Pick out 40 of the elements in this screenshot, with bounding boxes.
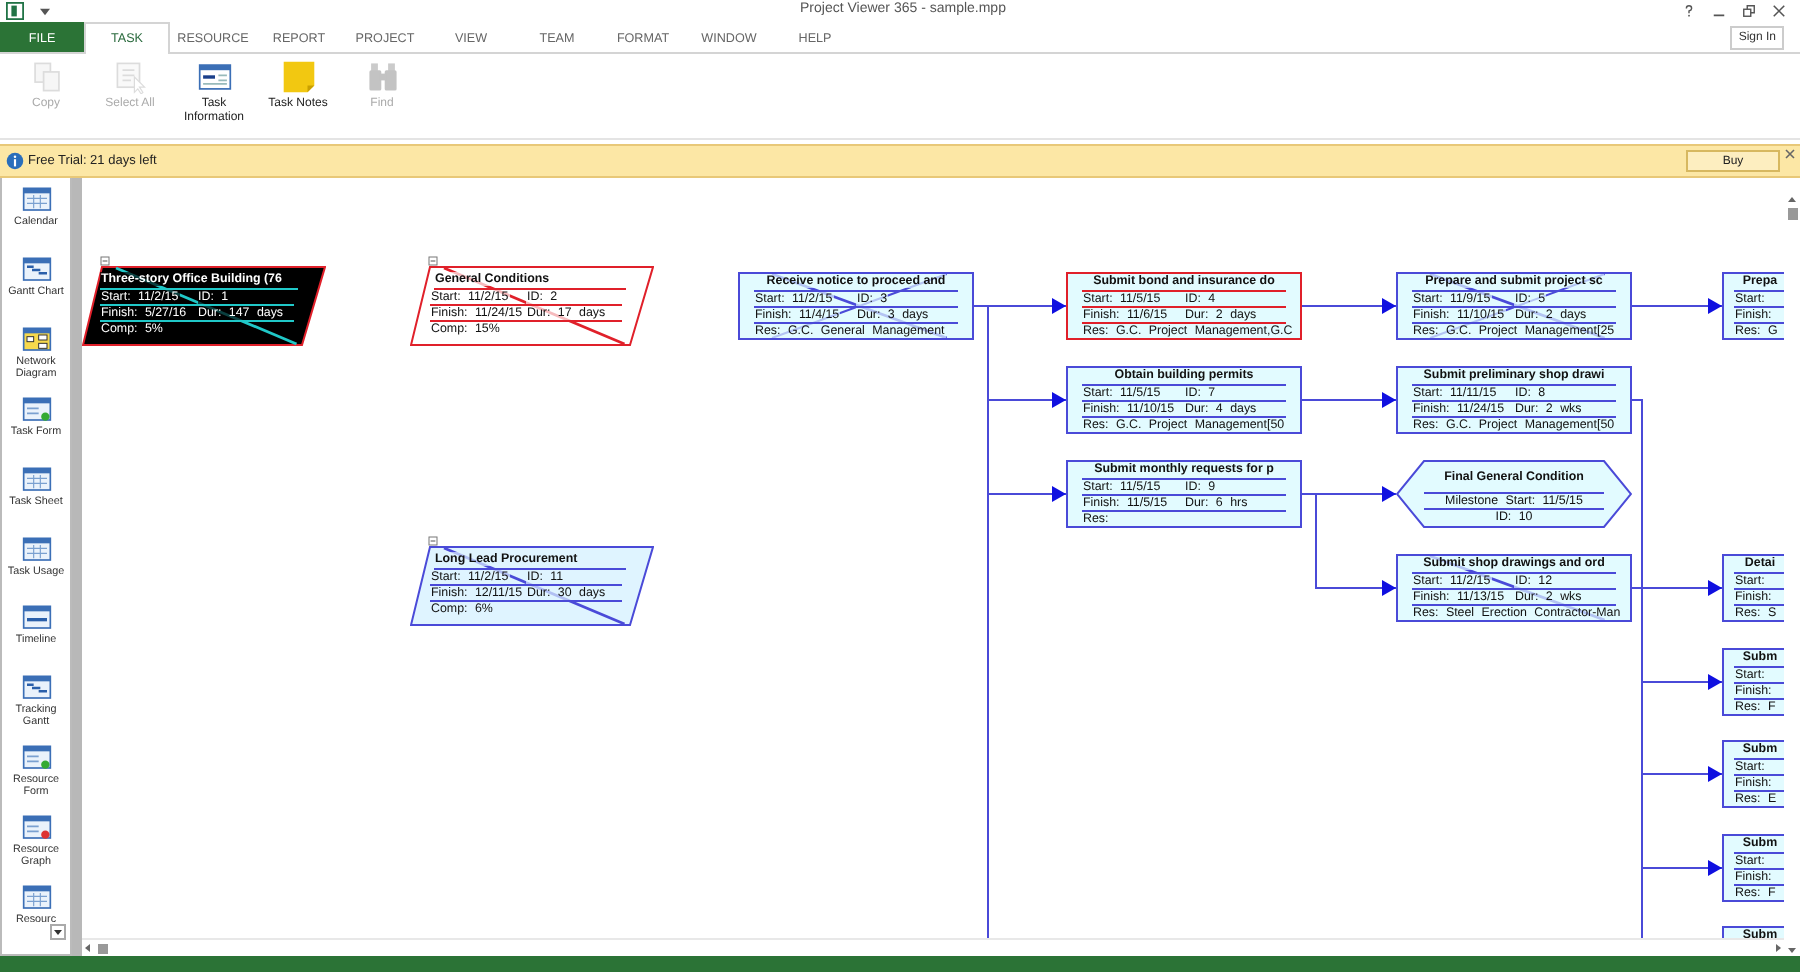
scroll-thumb[interactable] (1787, 208, 1797, 220)
collapse-icon[interactable] (428, 256, 438, 266)
view-icon (21, 325, 51, 354)
view-icon (21, 604, 51, 633)
connector-arrow (1641, 766, 1723, 782)
help-icon[interactable] (1682, 4, 1696, 18)
task-information-icon (197, 60, 231, 94)
view-icon (21, 395, 51, 424)
connector-arrow (1631, 298, 1723, 314)
collapse-icon[interactable] (428, 536, 438, 546)
select-all-icon (113, 60, 147, 94)
view-icon (21, 884, 51, 913)
view-icon (21, 255, 51, 284)
connector-arrow (987, 392, 1067, 408)
info-icon (6, 152, 24, 170)
view-icon (21, 744, 51, 773)
scroll-up-icon[interactable] (1786, 194, 1798, 206)
connector-arrow (973, 298, 1067, 314)
close-icon[interactable] (1772, 4, 1786, 18)
collapse-icon[interactable] (100, 256, 110, 266)
dropdown-caret-icon[interactable] (50, 924, 66, 940)
scroll-thumb[interactable] (98, 943, 108, 954)
view-icon (21, 814, 51, 843)
view-icon (21, 186, 51, 214)
connector-arrow (1641, 860, 1723, 876)
view-icon (21, 465, 51, 494)
connector-arrow (987, 486, 1067, 502)
view-icon (21, 535, 51, 564)
close-icon[interactable] (1784, 148, 1796, 160)
quick-access-caret-icon[interactable] (40, 7, 50, 15)
binoculars-icon (365, 60, 399, 94)
restore-icon[interactable] (1742, 4, 1756, 18)
view-icon (21, 674, 51, 703)
connector-arrow (1641, 674, 1723, 690)
copy-icon (29, 60, 63, 94)
connector-arrow (1631, 580, 1723, 596)
scroll-right-icon[interactable] (1772, 942, 1784, 955)
connector-arrow (1301, 298, 1397, 314)
connector-arrow (1301, 392, 1397, 408)
sticky-note-icon (281, 60, 315, 94)
